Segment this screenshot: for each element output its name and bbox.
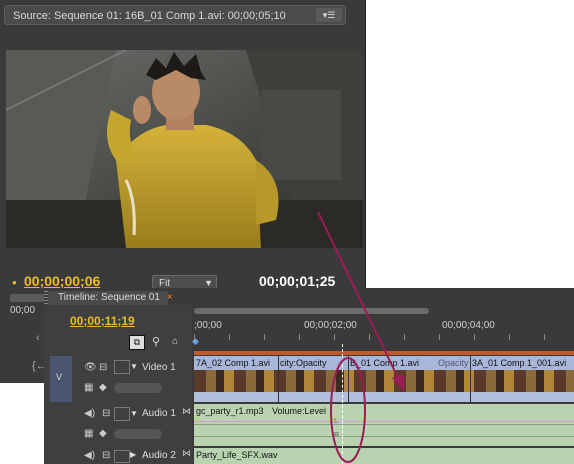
annotation-overlay (317, 211, 404, 463)
callout-arrowhead (392, 374, 404, 392)
callout-arrow-line (317, 211, 401, 383)
highlight-ellipse (330, 357, 366, 463)
